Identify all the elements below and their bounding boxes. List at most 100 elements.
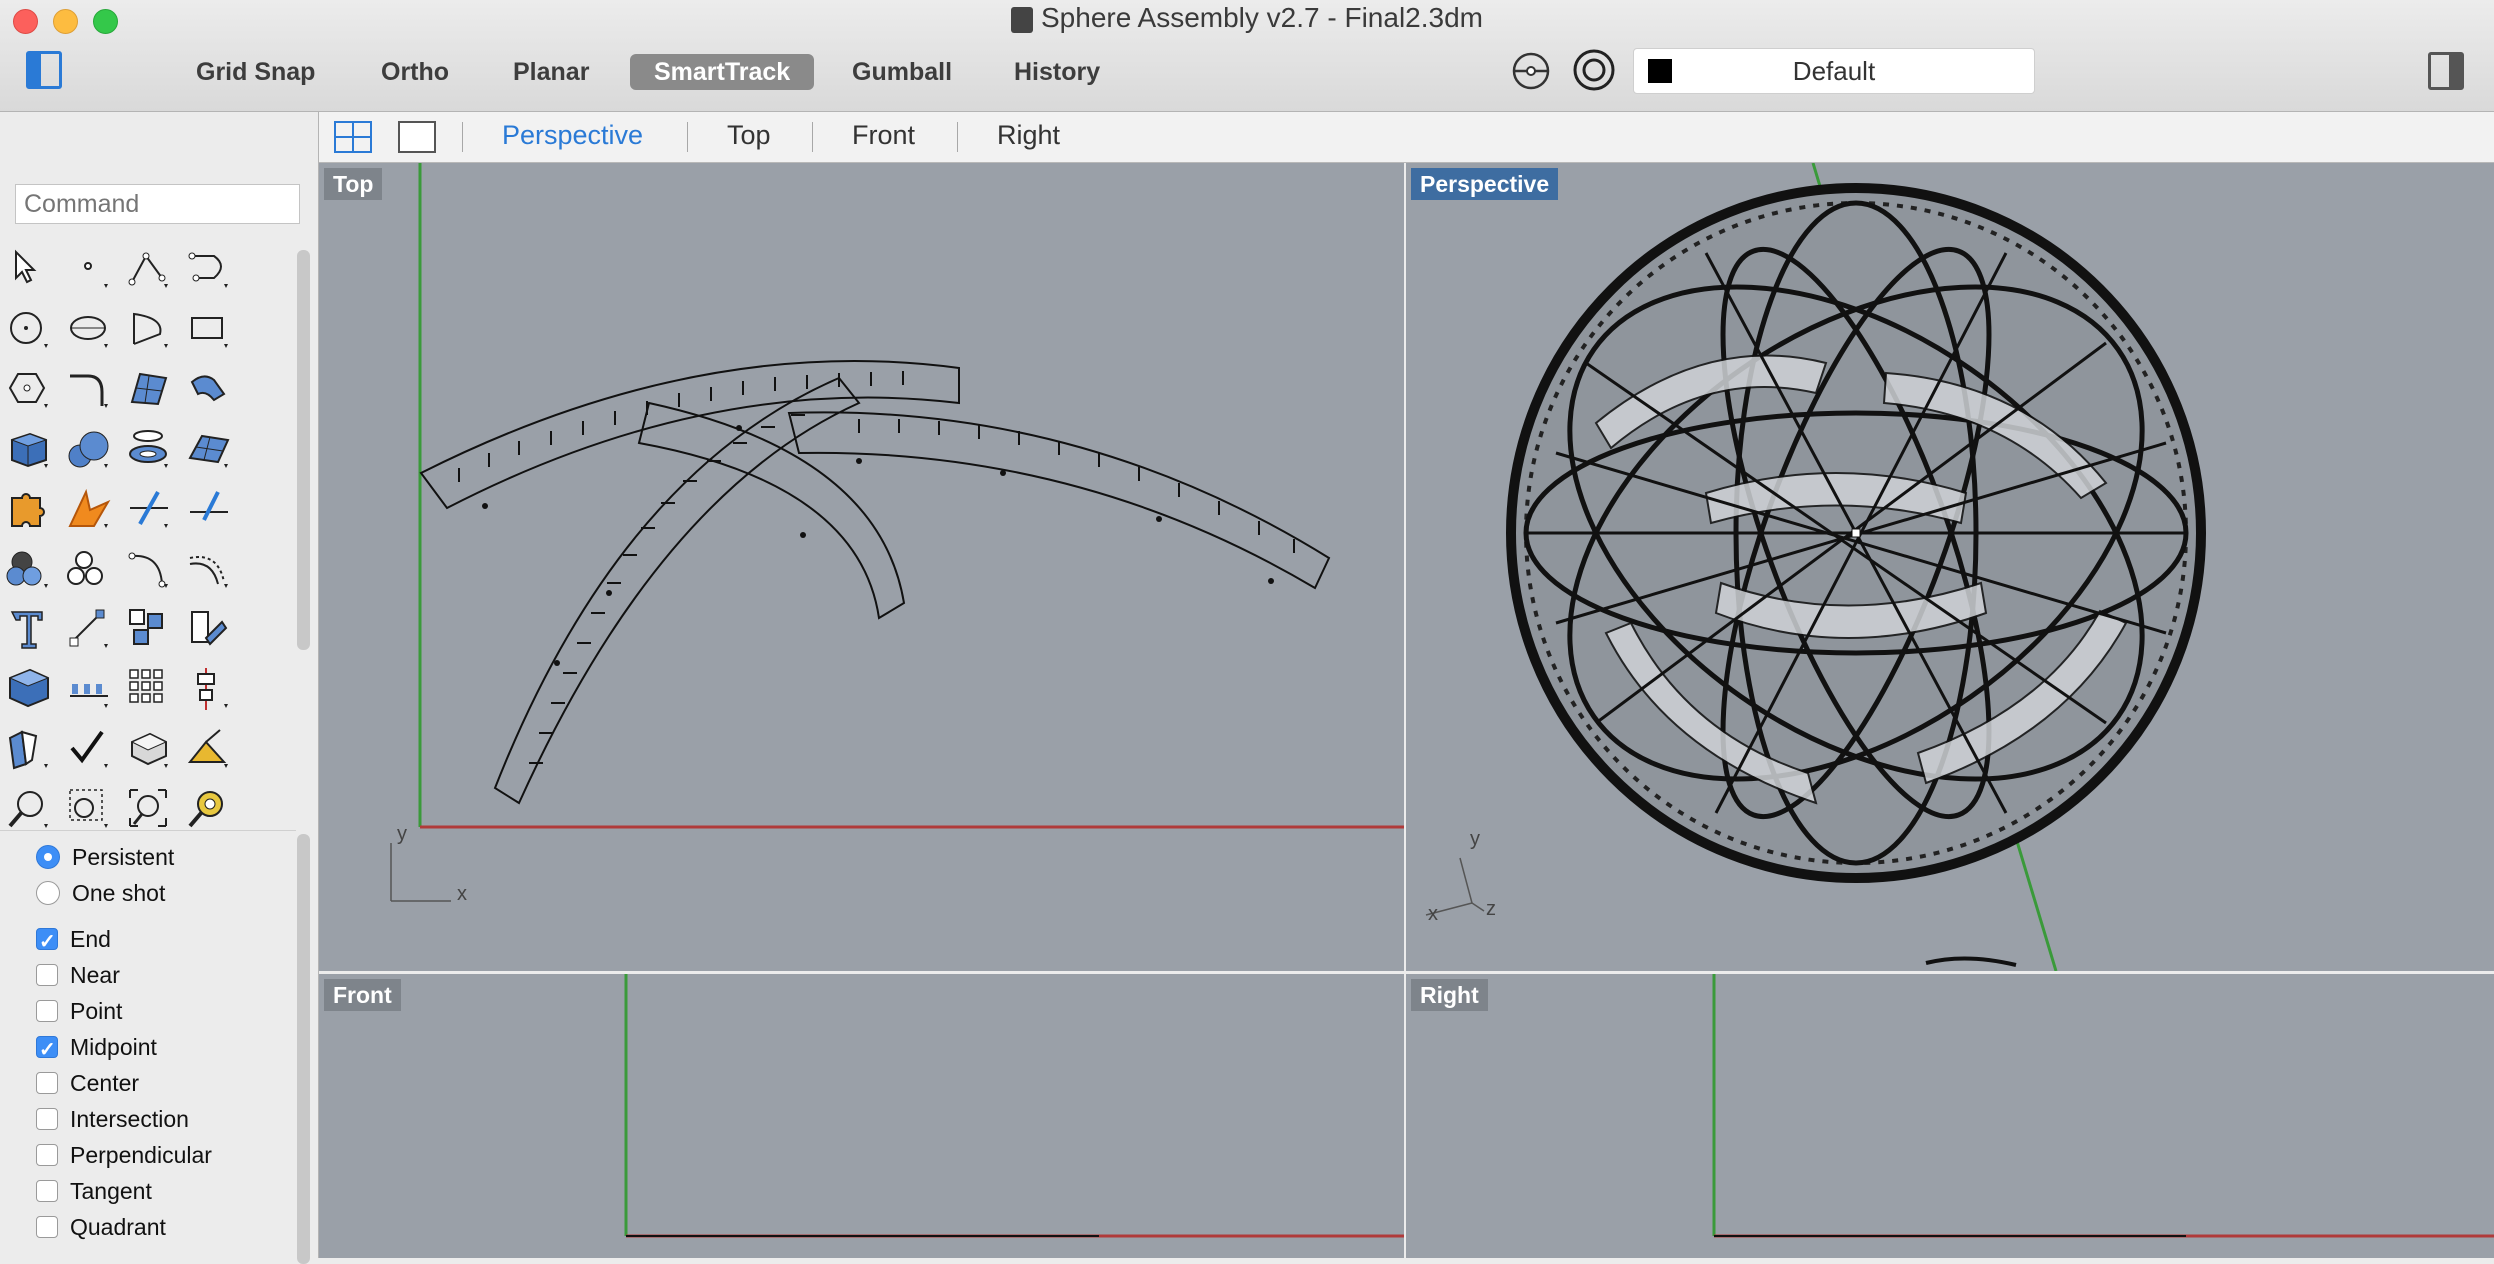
array-icon[interactable] <box>64 664 116 716</box>
viewport-perspective[interactable]: Perspective x y z <box>1406 163 2494 971</box>
checkbox-indicator[interactable] <box>36 1071 58 1094</box>
osnap-end-checkbox[interactable]: End <box>36 922 111 959</box>
split-icon[interactable] <box>184 484 236 536</box>
mesh-plane-icon[interactable] <box>184 424 236 476</box>
tab-front[interactable]: Front <box>852 120 915 151</box>
checkbox-indicator[interactable] <box>36 1033 58 1067</box>
tool-palette-scrollbar[interactable] <box>297 250 310 650</box>
one-shot-radio[interactable]: One shot <box>36 876 165 910</box>
title-bar: Sphere Assembly v2.7 - Final2.3dm Grid S… <box>0 0 2494 112</box>
osnap-quadrant-checkbox[interactable]: Quadrant <box>36 1210 166 1244</box>
sidebar-toggle-icon[interactable] <box>26 51 62 89</box>
planar-button[interactable]: Planar <box>489 54 613 90</box>
sphere-icon[interactable] <box>64 424 116 476</box>
arc-icon[interactable] <box>124 304 176 356</box>
checkbox-indicator[interactable] <box>36 999 58 1022</box>
osnap-icon[interactable] <box>1510 50 1552 92</box>
persistent-radio[interactable]: Persistent <box>36 840 174 874</box>
surface-icon[interactable] <box>124 364 176 416</box>
transform-icon[interactable] <box>124 604 176 656</box>
osnap-perpendicular-checkbox[interactable]: Perpendicular <box>36 1138 212 1172</box>
point-icon[interactable] <box>64 244 116 296</box>
curve-icon[interactable] <box>184 244 236 296</box>
single-viewport-layout-icon[interactable] <box>397 120 437 154</box>
tab-separator <box>812 122 813 152</box>
tab-right[interactable]: Right <box>997 120 1060 151</box>
viewport-right[interactable]: Right <box>1406 974 2494 1258</box>
osnap-center-checkbox[interactable]: Center <box>36 1066 139 1100</box>
osnap-intersection-checkbox[interactable]: Intersection <box>36 1102 189 1136</box>
zoom-extents-icon[interactable] <box>124 784 176 836</box>
osnap-near-checkbox[interactable]: Near <box>36 958 120 992</box>
ellipse-icon[interactable] <box>64 304 116 356</box>
perspective-view-canvas[interactable] <box>1406 163 2494 971</box>
zoom-window-icon[interactable] <box>64 784 116 836</box>
ortho-button[interactable]: Ortho <box>357 54 473 90</box>
block-icon[interactable] <box>4 664 56 716</box>
render-icon[interactable] <box>124 724 176 776</box>
right-view-canvas[interactable] <box>1406 974 2494 1258</box>
viewport-top-label[interactable]: Top <box>324 168 383 200</box>
osnap-point-checkbox[interactable]: Point <box>36 994 122 1028</box>
explode-icon[interactable] <box>64 484 116 536</box>
offset-curve-icon[interactable] <box>184 544 236 596</box>
checkbox-indicator[interactable] <box>36 1107 58 1130</box>
viewport-front-label[interactable]: Front <box>324 979 401 1011</box>
curve-tools-icon[interactable] <box>124 544 176 596</box>
analyze-icon[interactable] <box>4 724 56 776</box>
rectangle-icon[interactable] <box>184 304 236 356</box>
checkbox-label: End <box>70 926 111 952</box>
box-icon[interactable] <box>4 424 56 476</box>
checkbox-indicator[interactable] <box>36 963 58 986</box>
trim-icon[interactable] <box>124 484 176 536</box>
radio-indicator[interactable] <box>36 880 60 905</box>
command-input[interactable] <box>15 184 300 224</box>
viewport-top[interactable]: Top x y <box>319 163 1404 971</box>
circle-icon[interactable] <box>4 304 56 356</box>
zoom-selected-icon[interactable] <box>184 784 236 836</box>
viewport-tab-bar: Perspective Top Front Right <box>319 112 2494 163</box>
viewport-perspective-label[interactable]: Perspective <box>1411 168 1559 200</box>
history-button[interactable]: History <box>990 54 1124 90</box>
fillet-icon[interactable] <box>64 364 116 416</box>
checkbox-indicator[interactable] <box>36 1143 58 1166</box>
check-icon[interactable] <box>64 724 116 776</box>
osnap-tangent-checkbox[interactable]: Tangent <box>36 1174 152 1208</box>
solid-tools-icon[interactable] <box>64 544 116 596</box>
tab-top[interactable]: Top <box>727 120 771 151</box>
top-view-canvas[interactable] <box>319 163 1404 971</box>
layer-selector[interactable]: Default <box>1633 48 2035 94</box>
checkbox-indicator[interactable] <box>36 925 58 959</box>
grid-snap-button[interactable]: Grid Snap <box>172 54 339 90</box>
osnap-scrollbar[interactable] <box>297 834 310 1264</box>
top-axis-x-label: x <box>457 883 467 905</box>
viewport-right-label[interactable]: Right <box>1411 979 1488 1011</box>
checkbox-indicator[interactable] <box>36 1179 58 1202</box>
extrude-icon[interactable] <box>184 364 236 416</box>
cylinder-icon[interactable] <box>124 424 176 476</box>
osnap-midpoint-checkbox[interactable]: Midpoint <box>36 1030 157 1067</box>
polygon-icon[interactable] <box>4 364 56 416</box>
polyline-icon[interactable] <box>124 244 176 296</box>
lights-icon[interactable] <box>184 724 236 776</box>
right-panel-toggle-icon[interactable] <box>2428 52 2464 90</box>
target-icon[interactable] <box>1572 48 1616 92</box>
smarttrack-button[interactable]: SmartTrack <box>630 54 815 90</box>
front-view-canvas[interactable] <box>319 974 1404 1258</box>
dimension-icon[interactable] <box>64 604 116 656</box>
select-arrow-icon[interactable] <box>4 244 56 296</box>
puzzle-icon[interactable] <box>4 484 56 536</box>
viewport-front[interactable]: Front <box>319 974 1404 1258</box>
perspective-axis-x-label: x <box>1428 903 1438 925</box>
gumball-button[interactable]: Gumball <box>828 54 976 90</box>
zoom-icon[interactable] <box>4 784 56 836</box>
boolean-union-icon[interactable] <box>4 544 56 596</box>
tab-perspective[interactable]: Perspective <box>502 120 643 151</box>
rotate-icon[interactable] <box>184 604 236 656</box>
grid-array-icon[interactable] <box>124 664 176 716</box>
radio-indicator[interactable] <box>36 844 60 869</box>
align-icon[interactable] <box>184 664 236 716</box>
checkbox-indicator[interactable] <box>36 1215 58 1238</box>
text-icon[interactable] <box>4 604 56 656</box>
four-viewport-layout-icon[interactable] <box>333 120 373 154</box>
